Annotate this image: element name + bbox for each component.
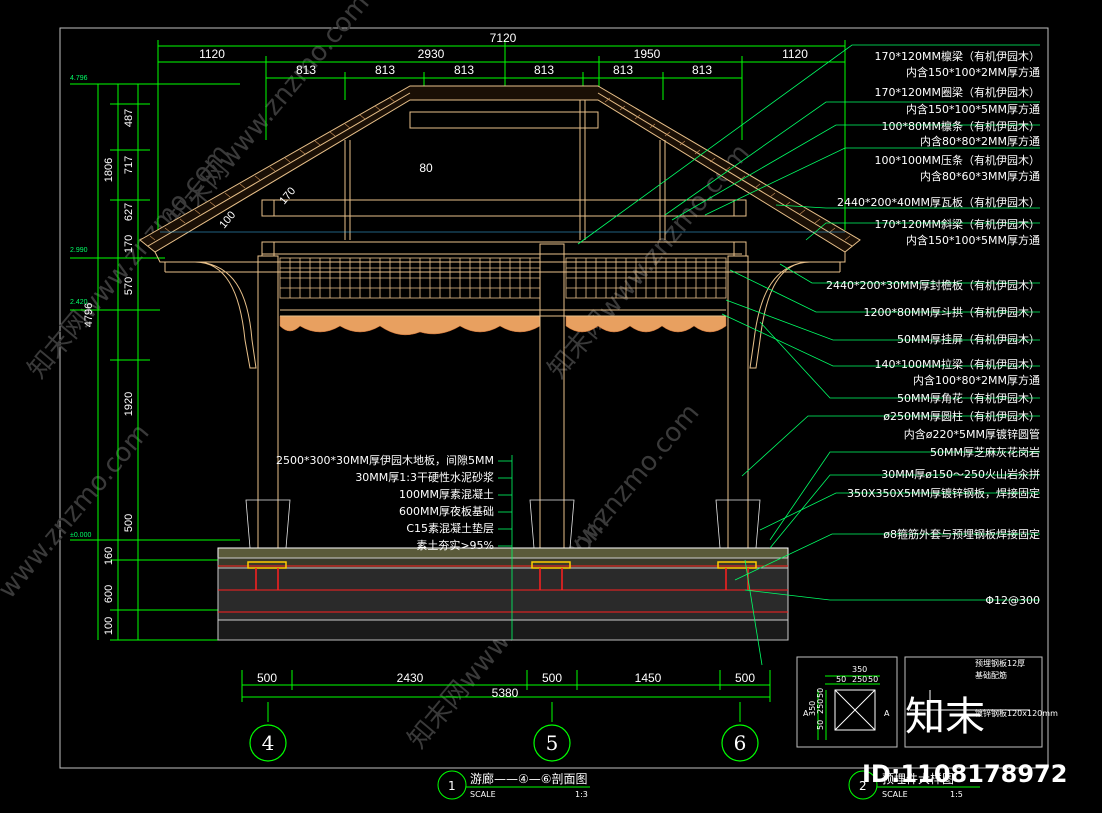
dim-left-1920: 1920 — [123, 392, 135, 416]
center-note-2: 30MM厚1:3干硬性水泥砂浆 — [355, 470, 494, 484]
dim-bottom-1: 500 — [257, 671, 277, 685]
detail-dim-left-350: 350 — [808, 701, 817, 716]
dim-left-500: 500 — [123, 514, 135, 532]
title2-scale: 1:5 — [950, 790, 963, 799]
title2-scale-label: SCALE — [882, 790, 908, 799]
axis-6: 6 — [734, 731, 747, 755]
dim-813-5: 813 — [613, 63, 633, 77]
detail-note-1: 预埋钢板12厚 — [975, 658, 1025, 668]
dim-top-4: 1120 — [782, 47, 808, 61]
dim-left-4796: 4796 — [83, 303, 95, 327]
center-note-6: 素土夯实>95% — [416, 538, 494, 552]
detail-note-3: 镀锌钢板120x120mm — [975, 708, 1058, 718]
axis-bubbles — [249, 724, 759, 762]
dim-813-2: 813 — [375, 63, 395, 77]
note-r-19: 内含ø220*5MM厚镀锌圆管 — [904, 427, 1040, 441]
title1-number: 1 — [448, 779, 456, 793]
note-r-2: 内含150*100*2MM厚方通 — [906, 65, 1040, 79]
dim-top-3: 1950 — [634, 47, 661, 61]
dim-813-6: 813 — [692, 63, 712, 77]
dim-bottom-3: 500 — [542, 671, 562, 685]
note-r-24: Φ12@300 — [985, 594, 1040, 607]
dim-813-4: 813 — [534, 63, 554, 77]
foundation — [217, 547, 789, 641]
section-drawing: 知末网www.znzmo.com 知末网www.znzmo.com 知末网www… — [0, 0, 1067, 800]
detail-dim-left-50a: 50 — [816, 688, 825, 698]
dim-left-717: 717 — [123, 156, 135, 174]
note-r-23: ø8箍筋外套与预埋钢板焊接固定 — [883, 527, 1040, 541]
title1-scale-label: SCALE — [470, 790, 496, 799]
center-note-1: 2500*300*30MM厚伊园木地板，间隙5MM — [276, 453, 494, 467]
watermark-4: www.znzmo.com — [0, 418, 156, 604]
axis-4: 4 — [262, 731, 275, 755]
dim-top-1: 1120 — [199, 47, 225, 61]
dim-813-1: 813 — [296, 63, 316, 77]
note-r-3: 170*120MM圈梁（有机伊园木） — [875, 85, 1040, 99]
elev-2: 2.990 — [70, 247, 88, 254]
detail-dim-50b: 50 — [868, 675, 878, 684]
note-r-11: 内含150*100*5MM厚方通 — [906, 233, 1040, 247]
center-note-3: 100MM厚素混凝土 — [399, 487, 494, 501]
id-label: ID:1108178972 — [862, 760, 1067, 788]
note-r-8: 内含80*60*3MM厚方通 — [920, 169, 1040, 183]
note-r-22: 350X350X5MM厚镀锌钢板，焊接固定 — [847, 486, 1040, 500]
dim-bottom-4: 1450 — [635, 671, 662, 685]
detail-section-a-right: A — [884, 709, 890, 718]
columns — [257, 243, 749, 565]
dim-813-3: 813 — [454, 63, 474, 77]
detail-section-a-left: A — [803, 709, 809, 718]
dim-left-487: 487 — [123, 109, 135, 127]
detail-note-2: 基础配筋 — [975, 670, 1007, 680]
title1-scale: 1:3 — [575, 790, 588, 799]
dim-bottom-total: 5380 — [492, 686, 519, 700]
dim-bottom-2: 2430 — [397, 671, 424, 685]
note-r-14: 50MM厚挂屏（有机伊园木） — [897, 332, 1040, 346]
note-r-18: ø250MM厚圆柱（有机伊园木） — [883, 409, 1040, 423]
elev-1: 4.796 — [70, 75, 88, 82]
dim-left-570: 570 — [123, 277, 135, 295]
center-note-5: C15素混凝土垫层 — [406, 521, 494, 535]
title1-text: 游廊——④—⑥剖面图 — [470, 771, 588, 786]
note-r-9: 2440*200*40MM厚瓦板（有机伊园木） — [837, 195, 1040, 209]
dim-left-1806: 1806 — [103, 158, 115, 182]
note-r-21: 30MM厚ø150～250火山岩汆拼 — [881, 467, 1040, 481]
axis-5: 5 — [546, 731, 559, 755]
dim-left-170: 170 — [123, 235, 135, 253]
detail-dim-50a: 50 — [836, 675, 846, 684]
column-plinths — [245, 499, 761, 549]
note-r-7: 100*100MM压条（有机伊园木） — [875, 153, 1040, 167]
note-r-16: 内含100*80*2MM厚方通 — [913, 373, 1040, 387]
note-r-13: 1200*80MM厚斗拱（有机伊园木） — [864, 305, 1040, 319]
hanging-ornament — [279, 315, 727, 336]
note-r-10: 170*120MM斜梁（有机伊园木） — [875, 217, 1040, 231]
elev-4: ±0.000 — [70, 532, 91, 539]
znzmo-logo: 知末 — [905, 694, 985, 740]
center-note-4: 600MM厚夜板基础 — [399, 504, 494, 518]
note-r-6: 内含80*80*2MM厚方通 — [920, 134, 1040, 148]
detail-dim-350: 350 — [852, 665, 867, 674]
note-r-17: 50MM厚角花（有机伊园木） — [897, 391, 1040, 405]
dim-bottom-5: 500 — [735, 671, 755, 685]
note-r-20: 50MM厚芝麻灰花岗岩 — [930, 445, 1040, 459]
roof-mark-170: 170 — [277, 185, 298, 207]
dim-left-100: 100 — [103, 617, 115, 635]
detail-dim-left-250: 250 — [816, 699, 825, 714]
note-r-12: 2440*200*30MM厚封檐板（有机伊园木） — [826, 278, 1040, 292]
roof-mark-80: 80 — [419, 161, 433, 175]
elev-3: 2.420 — [70, 299, 88, 306]
dim-left-160: 160 — [103, 547, 115, 565]
detail-dim-250: 250 — [852, 675, 867, 684]
watermark-6: 知末网www.znzmo.com — [162, 0, 375, 234]
dim-total-top: 7120 — [490, 31, 517, 45]
dim-top-2: 2930 — [418, 47, 445, 61]
note-r-5: 100*80MM檩条（有机伊园木） — [882, 119, 1040, 133]
note-r-1: 170*120MM檩梁（有机伊园木） — [875, 49, 1040, 63]
note-r-15: 140*100MM拉梁（有机伊园木） — [875, 357, 1040, 371]
detail-dim-left-50b: 50 — [816, 720, 825, 730]
dim-left-627: 627 — [123, 203, 135, 221]
dim-left-600: 600 — [103, 585, 115, 603]
note-r-4: 内含150*100*5MM厚方通 — [906, 102, 1040, 116]
